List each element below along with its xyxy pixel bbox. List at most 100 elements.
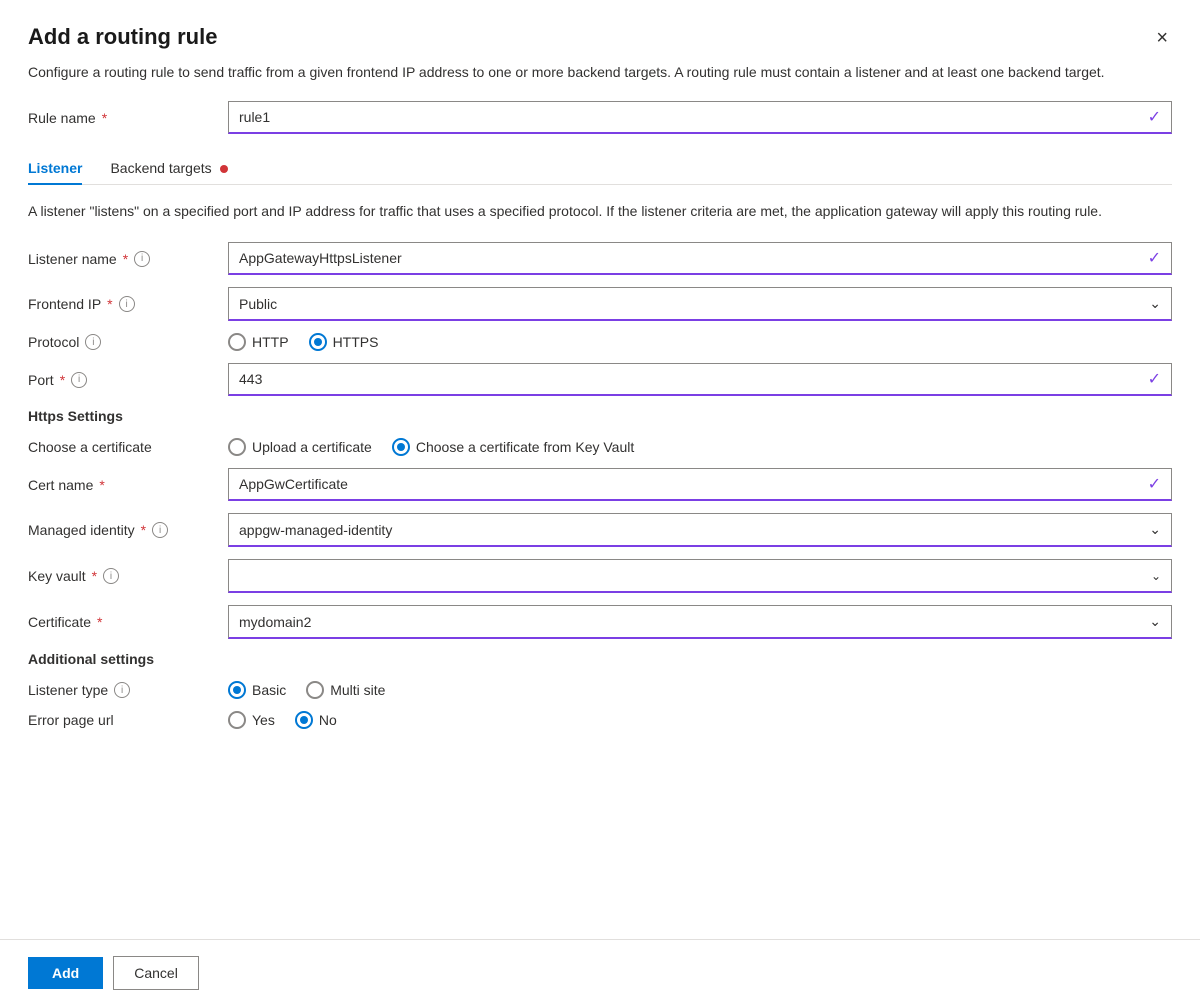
rule-name-input[interactable] (229, 102, 1138, 132)
upload-cert-option[interactable]: Upload a certificate (228, 438, 372, 456)
port-input-wrapper[interactable]: ✓ (228, 363, 1172, 396)
dialog-header: Add a routing rule × (0, 0, 1200, 62)
key-vault-info-icon[interactable]: i (103, 568, 119, 584)
error-page-yes-label: Yes (252, 712, 275, 728)
protocol-label: Protocol i (28, 334, 228, 350)
keyvault-cert-option[interactable]: Choose a certificate from Key Vault (392, 438, 634, 456)
tabs-row: Listener Backend targets (28, 152, 1172, 185)
key-vault-row: Key vault * i ⌄ (28, 559, 1172, 593)
managed-identity-dropdown[interactable]: appgw-managed-identity ⌄ (228, 513, 1172, 547)
required-star: * (141, 522, 146, 538)
add-button[interactable]: Add (28, 957, 103, 989)
protocol-https-label: HTTPS (333, 334, 379, 350)
frontend-ip-info-icon[interactable]: i (119, 296, 135, 312)
listener-type-basic-radio[interactable] (228, 681, 246, 699)
certificate-chevron-icon: ⌄ (1149, 613, 1161, 630)
cert-name-check-icon: ✓ (1138, 474, 1171, 494)
listener-type-multisite-option[interactable]: Multi site (306, 681, 385, 699)
required-star: * (92, 568, 97, 584)
port-input[interactable] (229, 364, 1138, 394)
listener-type-basic-label: Basic (252, 682, 286, 698)
additional-settings-title: Additional settings (28, 651, 1172, 667)
certificate-label: Certificate * (28, 614, 228, 630)
cancel-button[interactable]: Cancel (113, 956, 199, 990)
managed-identity-row: Managed identity * i appgw-managed-ident… (28, 513, 1172, 547)
listener-type-multisite-label: Multi site (330, 682, 385, 698)
close-button[interactable]: × (1152, 24, 1172, 52)
error-page-no-radio[interactable] (295, 711, 313, 729)
error-page-no-label: No (319, 712, 337, 728)
required-star: * (60, 372, 65, 388)
error-page-url-label: Error page url (28, 712, 228, 728)
rule-name-input-wrapper[interactable]: ✓ (228, 101, 1172, 134)
cert-name-row: Cert name * ✓ (28, 468, 1172, 501)
managed-identity-info-icon[interactable]: i (152, 522, 168, 538)
check-icon: ✓ (1138, 107, 1171, 127)
protocol-info-icon[interactable]: i (85, 334, 101, 350)
frontend-ip-chevron-icon: ⌄ (1149, 295, 1161, 312)
required-star: * (99, 477, 104, 493)
cert-name-input-wrapper[interactable]: ✓ (228, 468, 1172, 501)
keyvault-cert-label: Choose a certificate from Key Vault (416, 439, 634, 455)
cert-radio-group: Upload a certificate Choose a certificat… (228, 438, 1172, 456)
frontend-ip-dropdown[interactable]: Public ⌄ (228, 287, 1172, 321)
listener-type-multisite-radio[interactable] (306, 681, 324, 699)
listener-type-radio-group: Basic Multi site (228, 681, 1172, 699)
protocol-http-label: HTTP (252, 334, 289, 350)
error-page-yes-radio[interactable] (228, 711, 246, 729)
cert-name-label: Cert name * (28, 477, 228, 493)
tab-dot (220, 165, 228, 173)
dialog-description: Configure a routing rule to send traffic… (28, 62, 1172, 83)
listener-name-input[interactable] (229, 243, 1138, 273)
port-check-icon: ✓ (1138, 369, 1171, 389)
port-info-icon[interactable]: i (71, 372, 87, 388)
listener-type-row: Listener type i Basic Multi site (28, 681, 1172, 699)
key-vault-dropdown[interactable]: ⌄ (228, 559, 1172, 593)
protocol-row: Protocol i HTTP HTTPS (28, 333, 1172, 351)
required-star: * (123, 251, 128, 267)
certificate-dropdown[interactable]: mydomain2 ⌄ (228, 605, 1172, 639)
listener-name-label: Listener name * i (28, 251, 228, 267)
required-indicator: * (102, 110, 107, 126)
tab-backend-targets[interactable]: Backend targets (110, 152, 227, 184)
dialog-body: Configure a routing rule to send traffic… (0, 62, 1200, 939)
dialog-footer: Add Cancel (0, 939, 1200, 1006)
protocol-https-option[interactable]: HTTPS (309, 333, 379, 351)
listener-type-label: Listener type i (28, 682, 228, 698)
choose-cert-row: Choose a certificate Upload a certificat… (28, 438, 1172, 456)
listener-description: A listener "listens" on a specified port… (28, 201, 1172, 222)
listener-name-info-icon[interactable]: i (134, 251, 150, 267)
rule-name-row: Rule name * ✓ (28, 101, 1172, 134)
cert-name-input[interactable] (229, 469, 1138, 499)
keyvault-cert-radio[interactable] (392, 438, 410, 456)
protocol-http-radio[interactable] (228, 333, 246, 351)
choose-cert-label: Choose a certificate (28, 439, 228, 455)
error-page-url-row: Error page url Yes No (28, 711, 1172, 729)
key-vault-label: Key vault * i (28, 568, 228, 584)
dialog-title: Add a routing rule (28, 24, 217, 50)
managed-identity-label: Managed identity * i (28, 522, 228, 538)
tab-listener[interactable]: Listener (28, 152, 82, 184)
protocol-https-radio[interactable] (309, 333, 327, 351)
protocol-radio-group: HTTP HTTPS (228, 333, 1172, 351)
error-page-yes-option[interactable]: Yes (228, 711, 275, 729)
error-page-url-radio-group: Yes No (228, 711, 1172, 729)
https-settings-title: Https Settings (28, 408, 1172, 424)
listener-name-row: Listener name * i ✓ (28, 242, 1172, 275)
rule-name-label: Rule name * (28, 110, 228, 126)
listener-type-info-icon[interactable]: i (114, 682, 130, 698)
error-page-no-option[interactable]: No (295, 711, 337, 729)
required-star: * (97, 614, 102, 630)
listener-name-input-wrapper[interactable]: ✓ (228, 242, 1172, 275)
upload-cert-label: Upload a certificate (252, 439, 372, 455)
protocol-http-option[interactable]: HTTP (228, 333, 289, 351)
managed-identity-chevron-icon: ⌄ (1149, 521, 1161, 538)
port-row: Port * i ✓ (28, 363, 1172, 396)
listener-type-basic-option[interactable]: Basic (228, 681, 286, 699)
add-routing-rule-dialog: Add a routing rule × Configure a routing… (0, 0, 1200, 1006)
certificate-row: Certificate * mydomain2 ⌄ (28, 605, 1172, 639)
required-star: * (107, 296, 112, 312)
port-label: Port * i (28, 372, 228, 388)
frontend-ip-label: Frontend IP * i (28, 296, 228, 312)
upload-cert-radio[interactable] (228, 438, 246, 456)
